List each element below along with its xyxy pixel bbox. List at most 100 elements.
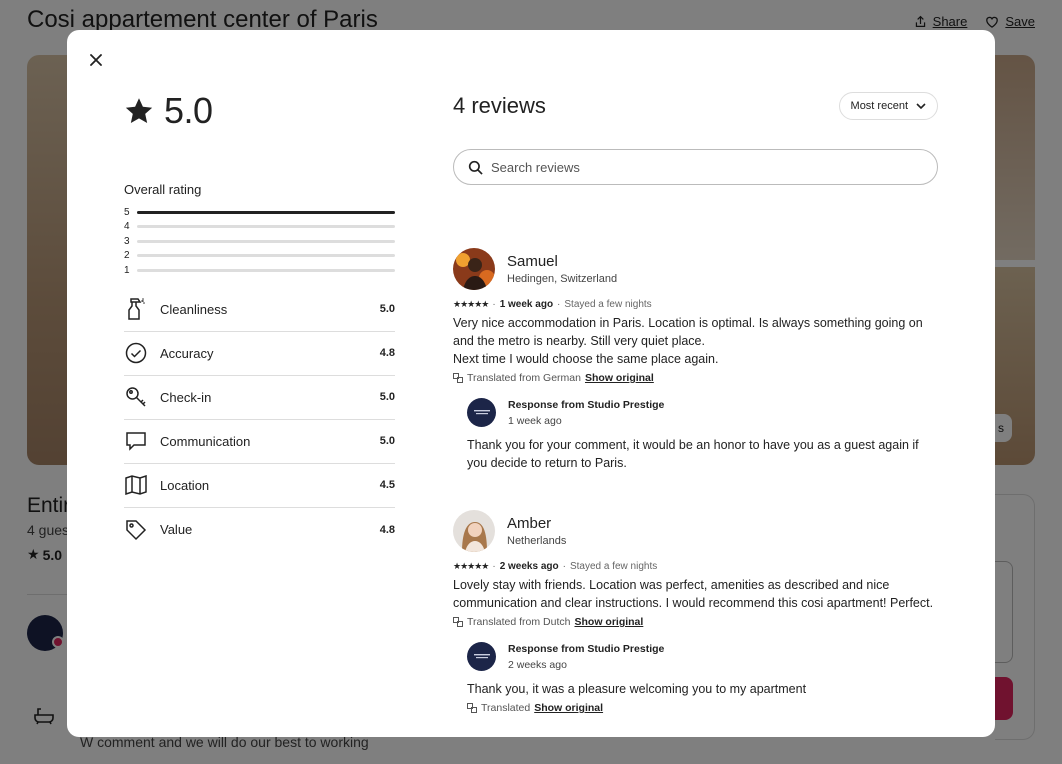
histogram-label: 3 — [124, 235, 130, 247]
reviewer-name: Samuel — [507, 253, 558, 270]
histogram-fill — [137, 210, 395, 214]
review-meta: ★★★★★ · 2 weeks ago · Stayed a few night… — [453, 561, 938, 572]
histogram-row-1: 1 — [124, 263, 395, 278]
category-score: 4.8 — [379, 523, 395, 536]
category-score: 4.5 — [379, 479, 395, 491]
review-item: Samuel Hedingen, Switzerland ★★★★★ · 1 w… — [453, 248, 938, 472]
close-icon — [90, 54, 102, 66]
category-ratings: Cleanliness 5.0 Accuracy 4.8 Check-in 5.0 Comm… — [124, 288, 395, 552]
response-title: Response from Studio Prestige — [508, 642, 665, 655]
reviewer-avatar[interactable] — [453, 248, 495, 290]
check-circle-icon — [124, 341, 148, 365]
response-header: Response from Studio Prestige 2 weeks ag… — [467, 642, 938, 671]
chevron-down-icon — [916, 103, 926, 109]
review-text: Lovely stay with friends. Location was p… — [453, 578, 934, 610]
separator-dot: · — [492, 299, 496, 310]
category-name: Accuracy — [160, 345, 214, 361]
show-original-link[interactable]: Show original — [534, 702, 603, 714]
histogram-track — [137, 254, 395, 258]
reviews-header: 4 reviews Most recent — [453, 92, 938, 120]
histogram-label: 5 — [124, 206, 130, 218]
review-stars: ★★★★★ — [453, 299, 489, 309]
category-cleanliness: Cleanliness 5.0 — [124, 288, 395, 332]
show-original-link[interactable]: Show original — [574, 616, 643, 628]
reviews-count: 4 reviews — [453, 93, 546, 118]
review-text: Very nice accommodation in Paris. Locati… — [453, 316, 923, 366]
histogram-row-4: 4 — [124, 220, 395, 235]
sort-label: Most recent — [850, 100, 908, 112]
review-date: 1 week ago — [499, 299, 554, 310]
response-text: Thank you, it was a pleasure welcoming y… — [467, 682, 807, 696]
response-title: Response from Studio Prestige — [508, 398, 665, 411]
search-box[interactable] — [453, 149, 938, 185]
category-score: 5.0 — [379, 391, 395, 403]
category-name: Cleanliness — [160, 301, 228, 317]
translate-icon — [453, 617, 463, 627]
map-icon — [124, 473, 148, 497]
review-stars: ★★★★★ — [453, 561, 489, 571]
separator-dot: · — [492, 561, 496, 572]
translated-label: Translated from German — [467, 372, 581, 384]
reviewer-name: Amber — [507, 515, 552, 532]
histogram-track — [137, 268, 395, 272]
histogram-label: 4 — [124, 221, 130, 233]
tag-icon — [124, 518, 148, 542]
overall-rating-label: Overall rating — [124, 182, 202, 197]
histogram-label: 1 — [124, 264, 130, 276]
review-date: 2 weeks ago — [499, 561, 559, 572]
host-avatar[interactable] — [467, 398, 496, 427]
translation-note: Translated from Dutch Show original — [453, 616, 938, 628]
response-header: Response from Studio Prestige 1 week ago — [467, 398, 938, 427]
reviewer: Amber Netherlands — [453, 510, 938, 552]
category-score: 5.0 — [379, 303, 395, 315]
host-avatar[interactable] — [467, 642, 496, 671]
overall-score-value: 5.0 — [164, 90, 213, 131]
category-check-in: Check-in 5.0 — [124, 376, 395, 420]
close-button[interactable] — [85, 49, 107, 71]
category-location: Location 4.5 — [124, 464, 395, 508]
category-value: Value 4.8 — [124, 508, 395, 552]
category-communication: Communication 5.0 — [124, 420, 395, 464]
star-icon — [125, 98, 153, 124]
review-meta: ★★★★★ · 1 week ago · Stayed a few nights — [453, 299, 938, 310]
spray-bottle-icon — [124, 297, 148, 321]
translated-label: Translated from Dutch — [467, 616, 571, 628]
translation-note: Translated Show original — [467, 702, 938, 714]
reviewer-location: Netherlands — [507, 535, 567, 547]
host-response: Response from Studio Prestige 2 weeks ag… — [467, 642, 938, 714]
response-date: 2 weeks ago — [508, 658, 567, 671]
category-name: Location — [160, 477, 210, 493]
category-score: 4.8 — [379, 347, 395, 359]
search-input[interactable] — [491, 159, 923, 175]
reviewer-avatar[interactable] — [453, 510, 495, 552]
rating-summary: 5.0 Overall rating 5 4 3 2 1 Cleanliness 5.0 A… — [124, 90, 395, 552]
histogram-row-5: 5 — [124, 205, 395, 220]
overall-score: 5.0 — [124, 90, 395, 132]
sort-dropdown[interactable]: Most recent — [838, 92, 938, 120]
translate-icon — [453, 373, 463, 383]
category-name: Communication — [160, 433, 251, 449]
histogram-track — [137, 239, 395, 243]
rating-histogram: 5 4 3 2 1 — [124, 205, 395, 278]
histogram-label: 2 — [124, 250, 130, 262]
histogram-row-2: 2 — [124, 249, 395, 264]
histogram-row-3: 3 — [124, 234, 395, 249]
translation-note: Translated from German Show original — [453, 372, 938, 384]
category-accuracy: Accuracy 4.8 — [124, 332, 395, 376]
separator-dot: · — [562, 561, 566, 572]
response-date: 1 week ago — [508, 414, 562, 427]
chat-bubble-icon — [124, 429, 148, 453]
review-stay: Stayed a few nights — [564, 299, 652, 310]
category-name: Value — [160, 522, 193, 537]
show-original-link[interactable]: Show original — [585, 372, 654, 384]
host-response: Response from Studio Prestige 1 week ago… — [467, 398, 938, 472]
response-text: Thank you for your comment, it would be … — [467, 438, 919, 470]
histogram-track — [137, 210, 395, 214]
reviews-modal: 5.0 Overall rating 5 4 3 2 1 Cleanliness 5.0 A… — [67, 30, 995, 737]
reviewer-location: Hedingen, Switzerland — [507, 273, 618, 285]
category-name: Check-in — [160, 389, 212, 405]
separator-dot: · — [557, 299, 561, 310]
review-stay: Stayed a few nights — [569, 561, 658, 572]
reviewer: Samuel Hedingen, Switzerland — [453, 248, 938, 290]
histogram-track — [137, 225, 395, 229]
